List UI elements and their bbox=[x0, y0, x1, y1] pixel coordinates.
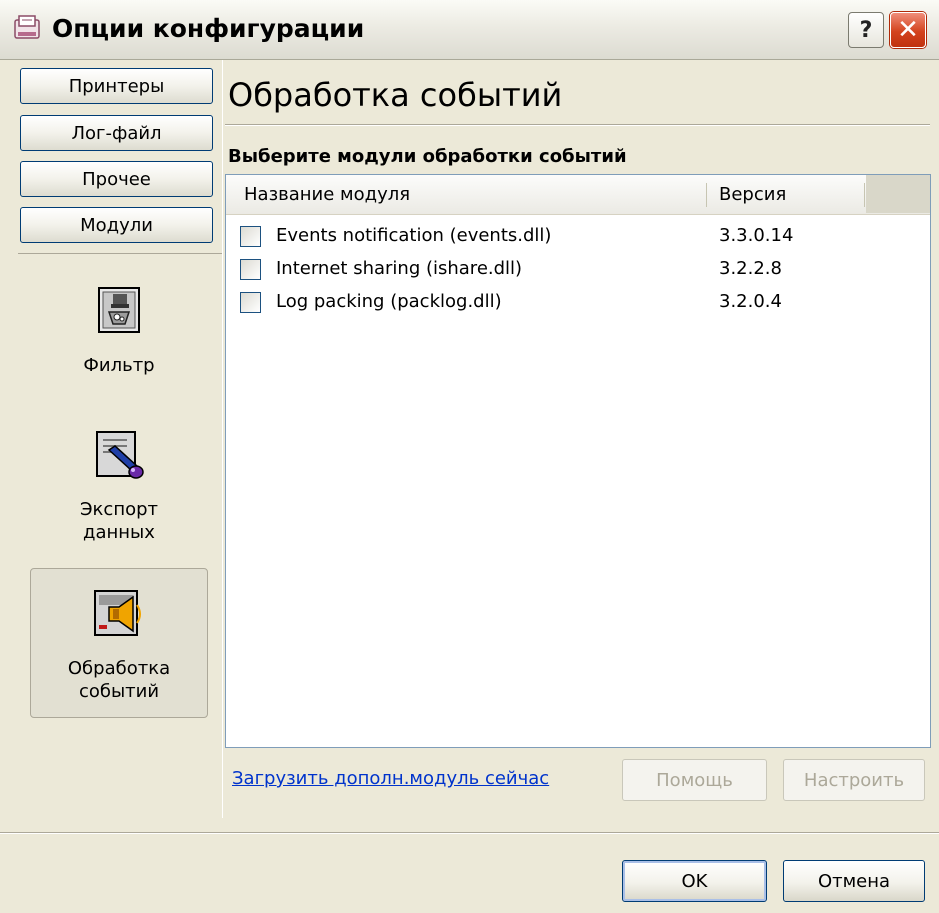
cancel-button[interactable]: Отмена bbox=[783, 860, 925, 902]
nav-separator bbox=[18, 253, 223, 254]
tool-event-handling[interactable]: Обработка событий bbox=[30, 568, 208, 718]
question-icon: ? bbox=[859, 17, 873, 43]
footer-separator bbox=[0, 832, 939, 834]
column-separator[interactable] bbox=[706, 183, 707, 207]
tool-filter[interactable]: Фильтр bbox=[30, 286, 208, 398]
data-export-icon bbox=[96, 431, 144, 479]
window-title: Опции конфигурации bbox=[52, 14, 365, 43]
nav-log-file-button[interactable]: Лог-файл bbox=[20, 115, 213, 151]
tool-data-export[interactable]: Экспорт данных bbox=[30, 428, 208, 568]
module-row[interactable]: Events notification (events.dll) 3.3.0.1… bbox=[226, 221, 930, 253]
module-version: 3.2.0.4 bbox=[719, 291, 782, 312]
tool-data-export-label-line1: Экспорт bbox=[79, 499, 159, 520]
module-name: Log packing (packlog.dll) bbox=[276, 291, 502, 312]
help-title-button[interactable]: ? bbox=[848, 12, 884, 48]
nav-modules-button[interactable]: Модули bbox=[20, 207, 213, 243]
module-checkbox[interactable] bbox=[240, 226, 261, 247]
module-checkbox[interactable] bbox=[240, 292, 261, 313]
app-icon bbox=[14, 15, 40, 39]
module-name: Internet sharing (ishare.dll) bbox=[276, 258, 523, 279]
listview-header: Название модуля Версия bbox=[226, 175, 930, 215]
configure-button[interactable]: Настроить bbox=[783, 759, 925, 801]
title-bar[interactable]: Опции конфигурации ? ✕ bbox=[0, 0, 939, 60]
ok-button[interactable]: OK bbox=[622, 860, 767, 902]
nav-other-button[interactable]: Прочее bbox=[20, 161, 213, 197]
load-module-link[interactable]: Загрузить дополн.модуль сейчас bbox=[232, 768, 549, 789]
module-row[interactable]: Log packing (packlog.dll) 3.2.0.4 bbox=[226, 287, 930, 319]
filter-icon bbox=[98, 287, 140, 333]
help-button[interactable]: Помощь bbox=[622, 759, 767, 801]
configuration-options-window: Опции конфигурации ? ✕ Принтеры Лог-файл… bbox=[0, 0, 939, 913]
modules-listview[interactable]: Название модуля Версия Events notificati… bbox=[225, 174, 931, 748]
tool-filter-label: Фильтр bbox=[83, 355, 155, 376]
title-rule bbox=[225, 124, 930, 126]
module-row[interactable]: Internet sharing (ishare.dll) 3.2.2.8 bbox=[226, 254, 930, 286]
section-title: Обработка событий bbox=[228, 76, 563, 114]
column-separator[interactable] bbox=[864, 183, 865, 207]
header-filler bbox=[866, 175, 930, 213]
module-version: 3.3.0.14 bbox=[719, 225, 794, 246]
tool-data-export-label-line2: данных bbox=[83, 522, 155, 543]
tool-event-handling-label-line1: Обработка bbox=[67, 658, 171, 679]
module-version: 3.2.2.8 bbox=[719, 258, 782, 279]
pane-divider bbox=[222, 60, 223, 818]
nav-printers-button[interactable]: Принтеры bbox=[20, 68, 213, 104]
left-nav-pane: Принтеры Лог-файл Прочее Модули Фильтр Э… bbox=[8, 60, 223, 818]
tool-event-handling-label-line2: событий bbox=[78, 681, 160, 702]
close-icon: ✕ bbox=[897, 15, 919, 45]
module-name: Events notification (events.dll) bbox=[276, 225, 552, 246]
modules-group-label: Выберите модули обработки событий bbox=[228, 146, 627, 167]
column-header-module-name[interactable]: Название модуля bbox=[244, 175, 410, 213]
close-button[interactable]: ✕ bbox=[890, 12, 926, 48]
column-header-version[interactable]: Версия bbox=[719, 175, 786, 213]
event-handling-icon bbox=[94, 590, 141, 636]
module-checkbox[interactable] bbox=[240, 259, 261, 280]
